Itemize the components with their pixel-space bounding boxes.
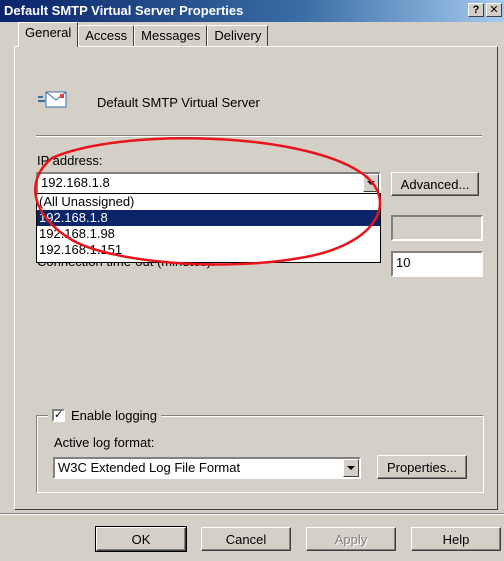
log-format-value: W3C Extended Log File Format bbox=[58, 460, 241, 475]
footer-separator bbox=[0, 513, 504, 515]
log-format-combo[interactable]: W3C Extended Log File Format bbox=[53, 457, 361, 479]
dropdown-option[interactable]: (All Unassigned) bbox=[37, 194, 380, 210]
apply-button[interactable]: Apply bbox=[306, 527, 396, 551]
dropdown-option-selected[interactable]: 192.168.1.8 bbox=[37, 210, 380, 226]
smtp-server-icon bbox=[38, 91, 67, 108]
enable-logging-row[interactable]: ✓ Enable logging bbox=[48, 406, 162, 424]
ip-address-value: 192.168.1.8 bbox=[41, 175, 110, 190]
tab-general[interactable]: General bbox=[18, 22, 79, 47]
dropdown-option[interactable]: 192.168.1.98 bbox=[37, 226, 380, 242]
enable-logging-checkbox[interactable]: ✓ bbox=[52, 408, 65, 422]
dropdown-option[interactable]: 192.168.1.151 bbox=[37, 242, 380, 258]
help-title-button[interactable]: ? bbox=[468, 3, 484, 17]
title-bar: Default SMTP Virtual Server Properties ?… bbox=[0, 0, 504, 22]
connection-timeout-input[interactable]: 10 bbox=[391, 251, 483, 277]
active-log-format-label: Active log format: bbox=[54, 435, 155, 450]
chevron-down-icon[interactable] bbox=[343, 459, 359, 477]
ok-button[interactable]: OK bbox=[95, 526, 187, 552]
help-button[interactable]: Help bbox=[411, 527, 501, 551]
disabled-field bbox=[391, 215, 483, 241]
advanced-button[interactable]: Advanced... bbox=[391, 172, 479, 196]
server-name: Default SMTP Virtual Server bbox=[97, 95, 260, 110]
cancel-button[interactable]: Cancel bbox=[201, 527, 291, 551]
ip-address-combo[interactable]: 192.168.1.8 bbox=[36, 172, 381, 194]
separator bbox=[36, 135, 482, 137]
properties-button[interactable]: Properties... bbox=[377, 455, 467, 479]
tab-delivery[interactable]: Delivery bbox=[207, 25, 269, 47]
ip-address-dropdown[interactable]: (All Unassigned) 192.168.1.8 192.168.1.9… bbox=[36, 193, 381, 263]
tab-messages[interactable]: Messages bbox=[134, 25, 208, 47]
ip-address-label: IP address: bbox=[37, 153, 103, 168]
close-title-button[interactable]: ✕ bbox=[486, 3, 502, 17]
apply-label: Apply bbox=[334, 531, 368, 547]
tab-access[interactable]: Access bbox=[78, 25, 135, 47]
tab-strip: General Access Messages Delivery bbox=[18, 22, 269, 47]
chevron-down-icon[interactable] bbox=[363, 174, 379, 192]
enable-logging-label: Enable logging bbox=[71, 407, 158, 423]
logging-group bbox=[36, 415, 484, 493]
window-title: Default SMTP Virtual Server Properties bbox=[4, 3, 244, 18]
